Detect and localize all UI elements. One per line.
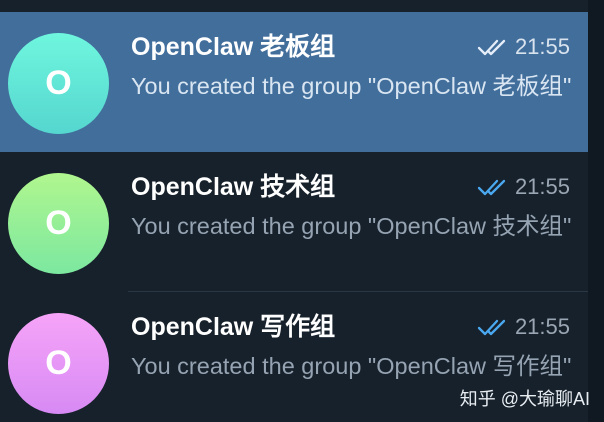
avatar[interactable]: O — [8, 313, 109, 414]
double-check-icon — [477, 38, 507, 56]
chat-title: OpenClaw 老板组 — [131, 33, 336, 61]
chat-list: O OpenClaw 老板组 21:55 You created the gro… — [0, 0, 588, 422]
chat-row-openclaw-boss-group[interactable]: O OpenClaw 老板组 21:55 You created the gro… — [0, 12, 588, 152]
double-check-icon — [477, 318, 507, 336]
chat-meta: 21:55 — [477, 313, 570, 341]
watermark: 知乎 @大瑜聊AI — [459, 389, 590, 409]
chat-row-openclaw-tech-group[interactable]: O OpenClaw 技术组 21:55 You created the gro… — [0, 152, 588, 292]
chat-time: 21:55 — [514, 314, 570, 339]
scrollbar[interactable] — [588, 0, 604, 422]
chat-preview: You created the group "OpenClaw 写作组" — [131, 353, 572, 379]
avatar[interactable]: O — [8, 173, 109, 274]
chat-title: OpenClaw 技术组 — [131, 173, 336, 201]
chat-time: 21:55 — [514, 34, 570, 59]
avatar[interactable]: O — [8, 33, 109, 134]
chat-time: 21:55 — [514, 174, 570, 199]
telegram-chat-list-window: O OpenClaw 老板组 21:55 You created the gro… — [0, 0, 604, 422]
chat-preview: You created the group "OpenClaw 技术组" — [131, 213, 572, 239]
chat-preview: You created the group "OpenClaw 老板组" — [131, 73, 572, 99]
chat-title: OpenClaw 写作组 — [131, 313, 336, 341]
double-check-icon — [477, 178, 507, 196]
chat-meta: 21:55 — [477, 33, 570, 61]
chat-meta: 21:55 — [477, 173, 570, 201]
